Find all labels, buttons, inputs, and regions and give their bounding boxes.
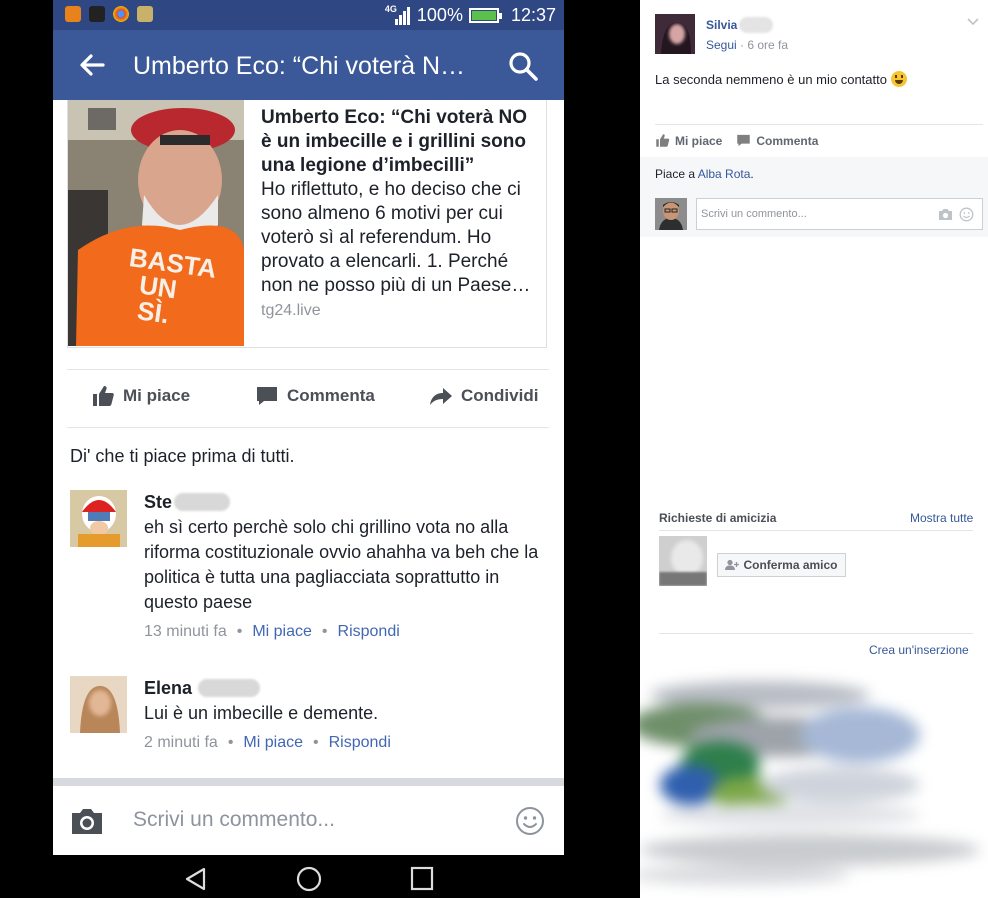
comment-author[interactable]: Ste (144, 492, 172, 513)
thumbs-up-icon (656, 134, 670, 147)
share-arrow-icon (430, 388, 452, 405)
notification-icons (65, 6, 153, 22)
friend-requests-title: Richieste di amicizia (659, 511, 777, 525)
search-icon[interactable] (507, 50, 539, 82)
thumbnail-text: SÌ. (135, 295, 171, 329)
post-author[interactable]: Silvia (706, 18, 737, 32)
signal-icon: 4G (384, 3, 411, 26)
likes-suffix: . (750, 167, 754, 181)
comment-reply-link[interactable]: Rispondi (338, 623, 400, 640)
comment-button[interactable]: Commenta (255, 384, 375, 408)
battery-icon (468, 8, 502, 23)
link-title: Umberto Eco: “Chi voterà NO è un imbecil… (261, 107, 528, 176)
divider (655, 124, 983, 125)
comment-label: Commenta (287, 386, 375, 405)
network-type: 4G (384, 3, 397, 14)
redacted-name (174, 493, 231, 511)
comment-like-link[interactable]: Mi piace (252, 623, 312, 640)
comment-icon (257, 387, 277, 405)
separator (53, 778, 564, 786)
smile-emoji-icon (890, 71, 907, 87)
avatar[interactable] (70, 676, 127, 733)
thumbs-up-icon (93, 386, 114, 406)
show-all-link[interactable]: Mostra tutte (910, 511, 973, 525)
emoji-icon[interactable] (959, 207, 974, 222)
back-arrow-icon[interactable] (77, 50, 107, 80)
divider (659, 530, 973, 531)
comment-like-link[interactable]: Mi piace (243, 734, 303, 751)
comment-time: 2 minuti fa (144, 734, 218, 751)
app-bar: Umberto Eco: “Chi voterà N… (53, 30, 564, 100)
confirm-friend-label: Conferma amico (743, 558, 838, 572)
comment-input[interactable]: Scrivi un commento... (696, 198, 983, 230)
phone-screen: 4G 100% 12:37 Umberto Eco: “Chi voterà N… (53, 0, 564, 855)
chrome-app-icon (113, 6, 129, 22)
comment-text: Lui è un imbecille e demente. (144, 703, 379, 723)
share-label: Condividi (461, 386, 539, 405)
like-button[interactable]: Mi piace (655, 133, 722, 148)
comment-text: eh sì certo perchè solo chi grillino vot… (144, 517, 539, 612)
page-title: Umberto Eco: “Chi voterà N… (133, 52, 466, 80)
comment-input[interactable]: Scrivi un commento... (133, 808, 335, 832)
recent-apps-icon[interactable] (409, 866, 435, 892)
android-nav-bar (53, 855, 564, 898)
comment-placeholder: Scrivi un commento... (701, 208, 807, 220)
camera-icon[interactable] (938, 207, 953, 222)
clock: 12:37 (510, 5, 556, 25)
terminal-app-icon (89, 6, 105, 22)
first-like-prompt: Di' che ti piace prima di tutti. (70, 446, 295, 466)
like-label: Mi piace (123, 386, 191, 405)
phone-screenshot: 4G 100% 12:37 Umberto Eco: “Chi voterà N… (0, 0, 640, 898)
desktop-panel: Silvia Segui · 6 ore fa La seconda nemme… (640, 0, 988, 898)
comment-label: Commenta (756, 133, 819, 148)
likes-prefix: Piace a (655, 167, 696, 181)
emoji-icon[interactable] (515, 806, 545, 836)
camera-icon[interactable] (69, 806, 105, 836)
status-bar: 4G 100% 12:37 (53, 0, 564, 30)
battery-percent: 100% (416, 5, 463, 25)
post-text: La seconda nemmeno è un mio contatto (655, 71, 907, 87)
link-thumbnail: BASTA UN SÌ. (68, 100, 244, 346)
like-button[interactable]: Mi piace (91, 384, 190, 408)
comment-author[interactable]: Elena (144, 678, 192, 699)
notification-app-icon (65, 6, 81, 22)
post-time: 6 ore fa (747, 38, 789, 52)
add-friend-icon (725, 559, 740, 570)
comment-block: Piace a Alba Rota. Scrivi un commento... (640, 157, 988, 237)
follow-link[interactable]: Segui (706, 38, 737, 52)
like-label: Mi piace (675, 133, 723, 148)
avatar[interactable] (655, 198, 687, 230)
avatar[interactable] (70, 490, 127, 547)
redacted-name (739, 17, 774, 33)
divider (659, 633, 973, 634)
shared-link-card[interactable]: BASTA UN SÌ. Umberto Eco: “Chi voterà NO… (67, 100, 547, 348)
liker-link[interactable]: Alba Rota (698, 167, 751, 181)
divider (67, 369, 549, 370)
home-circle-icon[interactable] (295, 866, 323, 894)
link-text: Umberto Eco: “Chi voterà NO è un imbecil… (261, 106, 541, 320)
link-description: Ho riflettuto, e ho deciso che ci sono a… (261, 179, 531, 296)
chevron-down-icon[interactable] (967, 18, 979, 26)
avatar[interactable] (655, 14, 695, 54)
comment-time: 13 minuti fa (144, 623, 227, 640)
comment-button[interactable]: Commenta (736, 133, 818, 148)
create-ad-link[interactable]: Crea un'inserzione (869, 643, 969, 657)
gallery-app-icon (137, 6, 153, 22)
likes-summary: Piace a Alba Rota. (655, 167, 754, 181)
comment-reply-link[interactable]: Rispondi (329, 734, 391, 751)
comment-icon (737, 134, 751, 147)
avatar[interactable] (659, 536, 707, 586)
confirm-friend-button[interactable]: Conferma amico (717, 553, 846, 577)
redacted-name (198, 679, 261, 697)
comment-composer: Scrivi un commento... (53, 786, 564, 855)
share-button[interactable]: Condividi (429, 384, 538, 408)
comments-section: Di' che ti piace prima di tutti. Ste eh … (53, 428, 564, 778)
action-bar: Mi piace Commenta Condividi (67, 372, 549, 424)
post-body: La seconda nemmeno è un mio contatto (655, 71, 887, 87)
blurred-ad (640, 665, 988, 898)
back-triangle-icon[interactable] (183, 866, 209, 892)
link-domain: tg24.live (261, 302, 321, 319)
post-actions: Mi piace Commenta (655, 133, 818, 148)
